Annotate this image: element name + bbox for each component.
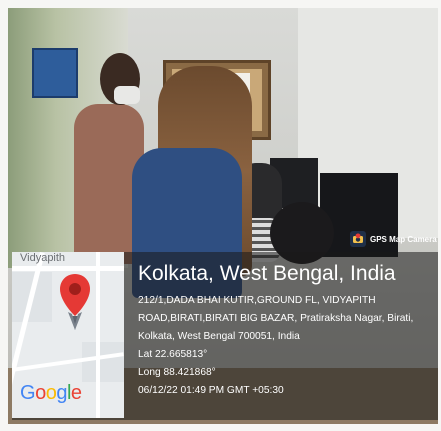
face-mask [114,86,140,104]
wall-poster [32,48,78,98]
map-thumbnail: Vidyapith Google [12,252,124,418]
brand-label: GPS Map Camera [370,234,437,244]
camera-pin-icon [350,231,366,247]
google-logo-letter: g [56,382,67,404]
map-block [82,342,124,382]
google-logo: Google [20,382,82,405]
location-info: Kolkata, West Bengal, India 212/1,DADA B… [138,262,438,400]
longitude: Long 88.421868° [138,367,216,378]
timestamp: 06/12/22 01:49 PM GMT +05:30 [138,385,284,396]
map-road [12,266,124,271]
location-address: 212/1,DADA BHAI KUTIR,GROUND FL, VIDYAPI… [138,295,414,342]
photo-frame: GPS Map Camera Vidyapith Google Kolkata,… [0,0,441,431]
gps-map-camera-brand: GPS Map Camera [350,231,437,247]
map-pin-icon [60,274,90,330]
map-street-label: Vidyapith [20,252,66,264]
latitude: Lat 22.665813° [138,349,208,360]
google-logo-letter: G [20,382,36,404]
google-logo-letter: o [45,382,57,404]
google-logo-letter: o [35,382,46,404]
map-road [96,252,100,418]
location-title: Kolkata, West Bengal, India [138,262,396,285]
google-logo-letter: e [70,382,82,404]
